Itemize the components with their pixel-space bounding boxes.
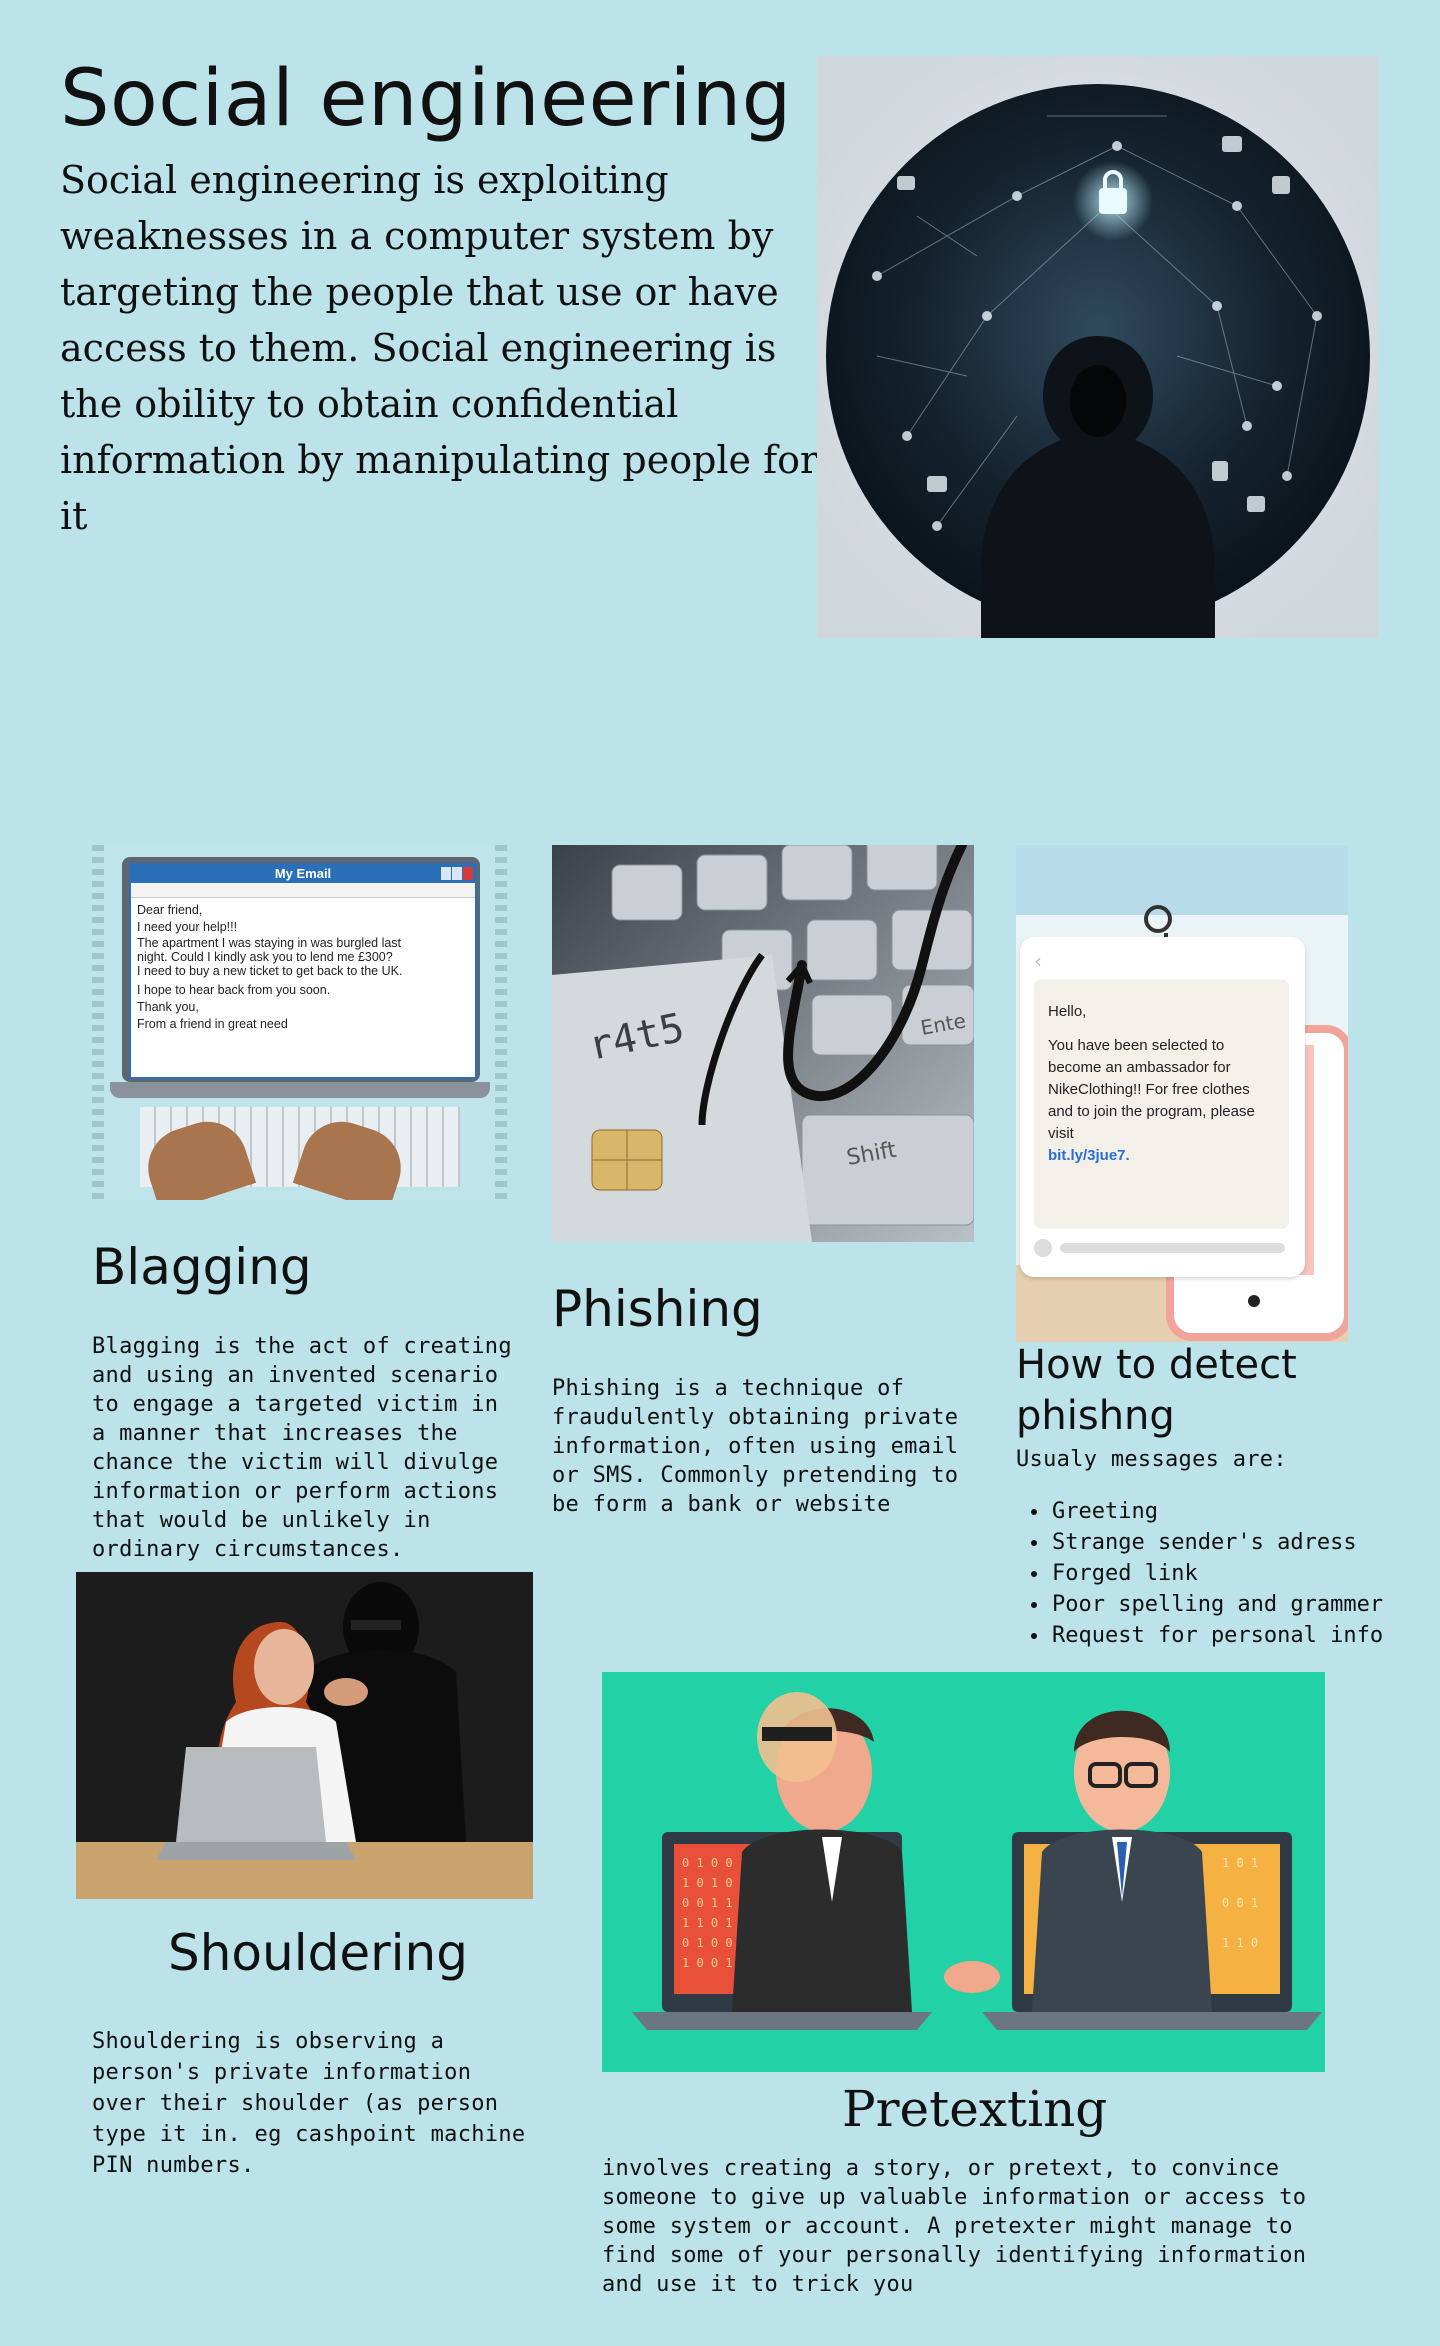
- list-item: Poor spelling and grammer: [1050, 1589, 1440, 1620]
- svg-text:1 0 1: 1 0 1: [1222, 1856, 1258, 1870]
- email-line: Thank you,: [137, 1000, 199, 1014]
- svg-text:1 1 0: 1 1 0: [1222, 1936, 1258, 1950]
- email-line: From a friend in great need: [137, 1017, 288, 1031]
- hacker-network-image: [817, 56, 1379, 638]
- svg-text:0 0 1: 0 0 1: [1222, 1896, 1258, 1910]
- sms-body: You have been selected to become an amba…: [1048, 1037, 1255, 1142]
- detect-subtitle: Usualy messages are:: [1016, 1447, 1287, 1472]
- pretexting-title: Pretexting: [842, 2080, 1108, 2138]
- hook-icon: [1144, 905, 1172, 933]
- list-item: Request for personal info: [1050, 1620, 1440, 1651]
- email-line: I need to buy a new ticket to get back t…: [137, 964, 403, 978]
- blagging-title: Blagging: [92, 1238, 312, 1296]
- list-item: Forged link: [1050, 1558, 1440, 1589]
- phishing-hook-image: r4t5 Shift Ente: [552, 845, 974, 1242]
- blagging-text: Blagging is the act of creating and usin…: [92, 1334, 512, 1562]
- list-item: Greeting: [1050, 1496, 1440, 1527]
- email-line: The apartment I was staying in was burgl…: [137, 936, 402, 950]
- shouldering-title: Shouldering: [168, 1924, 468, 1982]
- intro-paragraph: Social engineering is exploiting weaknes…: [60, 158, 819, 538]
- email-line: I hope to hear back from you soon.: [137, 983, 331, 997]
- shouldering-text: Shouldering is observing a person's priv…: [92, 2029, 526, 2178]
- back-chevron-icon: ‹: [1034, 949, 1042, 973]
- shouldering-image: [76, 1572, 533, 1899]
- blagging-email-image: My Email Dear friend, I need your help!!…: [92, 845, 507, 1200]
- phishing-sms-image: ‹ Hello, You have been selected to becom…: [1016, 845, 1348, 1342]
- sms-greeting: Hello,: [1048, 1003, 1087, 1020]
- email-window-title: My Email: [274, 866, 332, 881]
- pretexting-text: involves creating a story, or pretext, t…: [602, 2156, 1307, 2297]
- window-buttons-icon: [441, 867, 473, 880]
- phishing-title: Phishing: [552, 1280, 763, 1338]
- email-line: night. Could I kindly ask you to lend me…: [137, 950, 393, 964]
- list-item: Strange sender's adress: [1050, 1527, 1440, 1558]
- pretexting-image: 0 1 0 0 1 1 0 1 0 1 0 0 1 1 0 0 1 1 0 1 …: [602, 1672, 1325, 2072]
- page-title: Social engineering: [60, 54, 792, 144]
- phishing-text: Phishing is a technique of fraudulently …: [552, 1376, 959, 1517]
- detect-title: How to detect phishng: [1016, 1342, 1297, 1439]
- email-line: Dear friend,: [137, 903, 203, 917]
- email-line: I need your help!!!: [137, 920, 238, 934]
- detect-list: Greeting Strange sender's adress Forged …: [1016, 1496, 1440, 1651]
- sms-link[interactable]: bit.ly/3jue7.: [1048, 1145, 1275, 1167]
